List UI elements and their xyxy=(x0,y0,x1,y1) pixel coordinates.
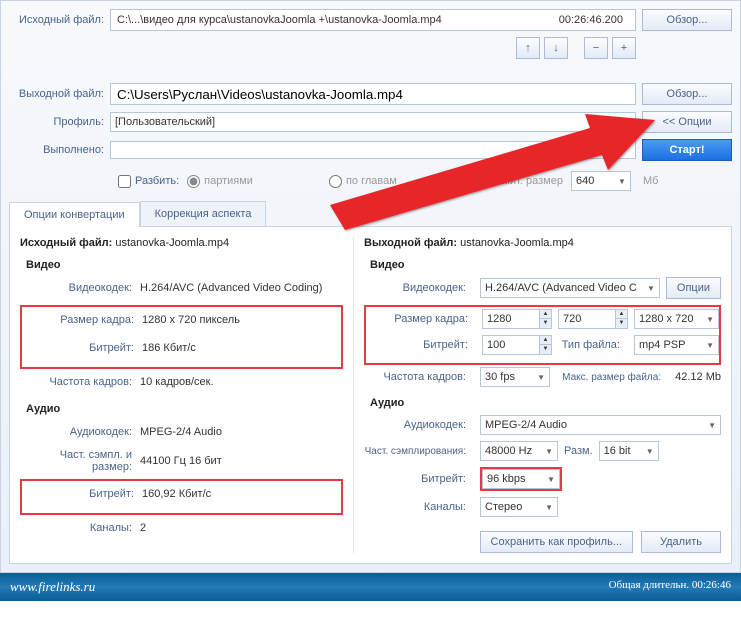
out-sample-rate-combo[interactable]: 48000 Hz▼ xyxy=(480,441,558,461)
frame-preset-combo[interactable]: 1280 x 720▼ xyxy=(634,309,719,329)
out-audio-label: Аудио xyxy=(370,397,721,409)
source-file-path: C:\...\видео для курса\ustanovkaJoomla +… xyxy=(110,9,636,31)
split-checkbox[interactable]: Разбить: xyxy=(118,175,179,188)
move-down-button[interactable]: ↓ xyxy=(544,37,568,59)
profile-label: Профиль: xyxy=(9,116,104,128)
out-audio-codec-combo[interactable]: MPEG-2/4 Audio▼ xyxy=(480,415,721,435)
source-duration: 00:26:46.200 xyxy=(559,14,629,26)
split-by-parts-radio[interactable]: партиями xyxy=(187,175,253,188)
source-video-bitrate: 186 Кбит/с xyxy=(142,342,196,354)
add-button[interactable]: + xyxy=(612,37,636,59)
save-profile-button[interactable]: Сохранить как профиль... xyxy=(480,531,633,553)
out-audio-bitrate-combo[interactable]: 96 kbps▼ xyxy=(482,469,560,489)
out-bit-depth-combo[interactable]: 16 bit▼ xyxy=(599,441,659,461)
source-frame-size: 1280 x 720 пиксель xyxy=(142,314,240,326)
delete-profile-button[interactable]: Удалить xyxy=(641,531,721,553)
source-video-codec: H.264/AVC (Advanced Video Coding) xyxy=(140,282,322,294)
source-sample-rate: 44100 Гц 16 бит xyxy=(140,455,222,467)
options-toggle-button[interactable]: << Опции xyxy=(642,111,732,133)
out-channels-combo[interactable]: Стерео▼ xyxy=(480,497,558,517)
chevron-down-icon: ▼ xyxy=(623,118,631,127)
split-limit-size-radio[interactable]: лимит. размер xyxy=(473,175,563,188)
video-section-label: Видео xyxy=(26,259,343,271)
audio-section-label: Аудио xyxy=(26,403,343,415)
chevron-down-icon: ▼ xyxy=(647,284,655,293)
footer-duration: Общая длительн. 00:26:46 xyxy=(609,579,731,595)
codec-options-button[interactable]: Опции xyxy=(666,277,721,299)
source-audio-codec: MPEG-2/4 Audio xyxy=(140,426,222,438)
browse-output-button[interactable]: Обзор... xyxy=(642,83,732,105)
split-by-chapters-radio[interactable]: по главам xyxy=(329,175,397,188)
tab-convert-options[interactable]: Опции конвертации xyxy=(9,202,140,227)
progress-bar xyxy=(110,141,636,159)
output-file-input[interactable] xyxy=(110,83,636,105)
footer-site: www.firelinks.ru xyxy=(10,579,95,595)
chevron-down-icon: ▼ xyxy=(618,177,626,186)
out-video-label: Видео xyxy=(370,259,721,271)
file-type-combo[interactable]: mp4 PSP▼ xyxy=(634,335,719,355)
out-video-bitrate-input[interactable]: 100▲▼ xyxy=(482,335,552,355)
browse-source-button[interactable]: Обзор... xyxy=(642,9,732,31)
start-button[interactable]: Старт! xyxy=(642,139,732,161)
frame-height-input[interactable]: 720▲▼ xyxy=(558,309,628,329)
split-size-combo[interactable]: 640 ▼ xyxy=(571,171,631,191)
source-audio-bitrate: 160,92 Кбит/с xyxy=(142,488,211,500)
remove-button[interactable]: − xyxy=(584,37,608,59)
source-channels: 2 xyxy=(140,522,146,534)
profile-combo[interactable]: [Пользовательский] ▼ xyxy=(110,112,636,132)
tab-aspect-correction[interactable]: Коррекция аспекта xyxy=(140,201,267,226)
source-file-label: Исходный файл: xyxy=(9,14,104,26)
output-section-title: Выходной файл: ustanovka-Joomla.mp4 xyxy=(364,237,721,249)
frame-width-input[interactable]: 1280▲▼ xyxy=(482,309,552,329)
max-file-size: 42.12 Mb xyxy=(675,371,721,383)
source-section-title: Исходный файл: ustanovka-Joomla.mp4 xyxy=(20,237,343,249)
out-fps-combo[interactable]: 30 fps▼ xyxy=(480,367,550,387)
output-file-label: Выходной файл: xyxy=(9,88,104,100)
done-label: Выполнено: xyxy=(9,144,104,156)
source-fps: 10 кадров/сек. xyxy=(140,376,214,388)
out-video-codec-combo[interactable]: H.264/AVC (Advanced Video C▼ xyxy=(480,278,660,298)
move-up-button[interactable]: ↑ xyxy=(516,37,540,59)
